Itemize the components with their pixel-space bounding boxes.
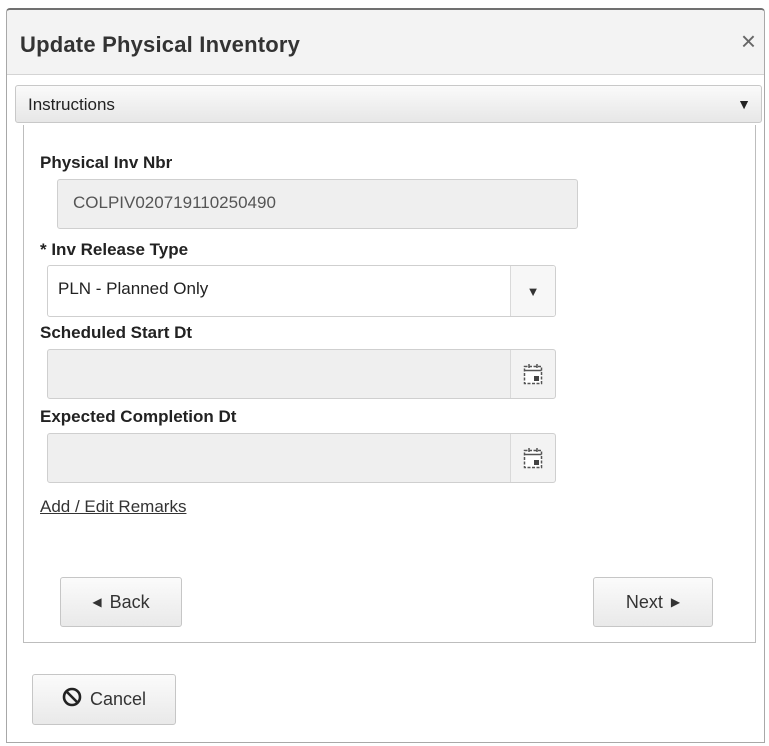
calendar-icon[interactable] [510, 434, 555, 482]
back-button-label: Back [109, 591, 150, 612]
inv-release-type-label: * Inv Release Type [40, 240, 189, 259]
form-panel: Physical Inv Nbr COLPIV020719110250490 *… [23, 125, 756, 643]
chevron-down-icon[interactable]: ▼ [510, 266, 555, 316]
physical-inv-nbr-field: COLPIV020719110250490 [57, 179, 578, 229]
chevron-down-icon[interactable]: ▼ [737, 96, 751, 112]
no-entry-icon [62, 687, 82, 712]
physical-inv-nbr-label: Physical Inv Nbr [40, 153, 173, 172]
add-edit-remarks-link[interactable]: Add / Edit Remarks [40, 497, 186, 517]
back-button[interactable]: ◀ Back [60, 577, 182, 627]
next-button[interactable]: Next ▶ [593, 577, 713, 627]
scheduled-start-dt-input[interactable] [47, 349, 556, 399]
inv-release-type-value: PLN - Planned Only [58, 279, 209, 298]
dialog-title: Update Physical Inventory [20, 32, 301, 57]
expected-completion-dt-label: Expected Completion Dt [40, 407, 237, 426]
cancel-button-label: Cancel [89, 689, 147, 709]
dialog-titlebar: Update Physical Inventory × [7, 10, 764, 75]
close-icon[interactable]: × [741, 28, 756, 54]
cancel-button[interactable]: Cancel [32, 674, 176, 725]
next-button-label: Next [625, 591, 663, 612]
triangle-left-icon: ◀ [92, 595, 102, 609]
calendar-icon[interactable] [510, 350, 555, 398]
instructions-accordion[interactable]: Instructions ▼ [15, 85, 762, 123]
physical-inv-nbr-value: COLPIV020719110250490 [73, 193, 276, 212]
expected-completion-dt-input[interactable] [47, 433, 556, 483]
instructions-label: Instructions [28, 95, 115, 114]
triangle-right-icon: ▶ [670, 595, 681, 609]
inv-release-type-select[interactable]: PLN - Planned Only ▼ [47, 265, 556, 317]
scheduled-start-dt-label: Scheduled Start Dt [40, 323, 193, 342]
update-physical-inventory-dialog: Update Physical Inventory × Instructions… [6, 8, 765, 743]
